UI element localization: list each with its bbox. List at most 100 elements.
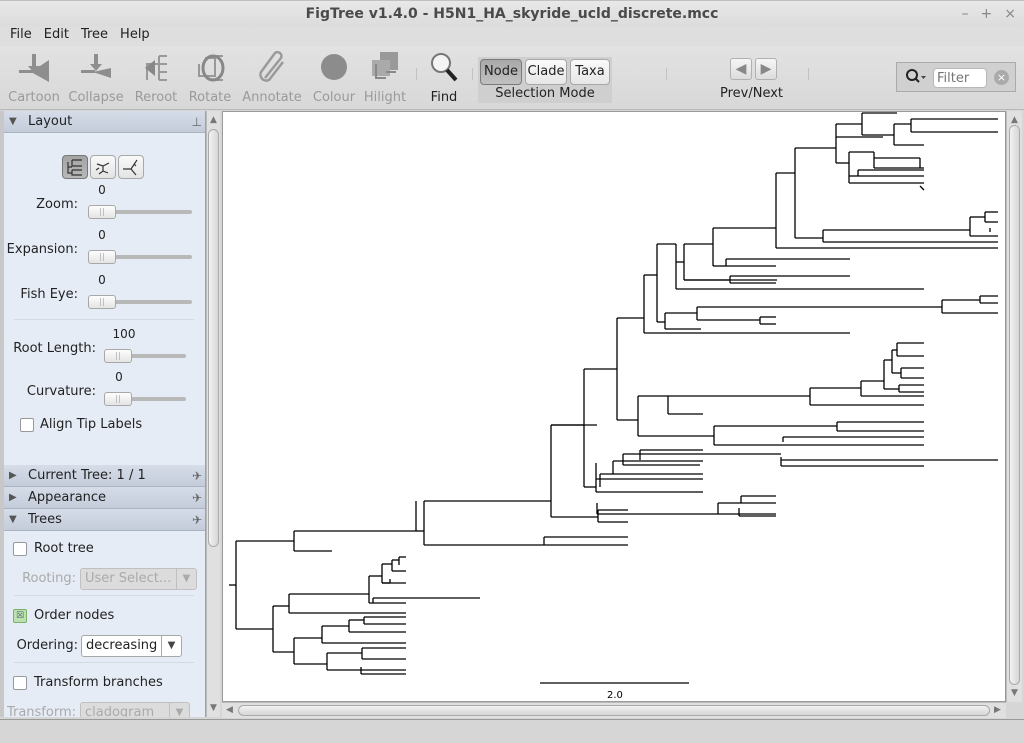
- chevron-down-icon: ▼: [176, 569, 196, 589]
- ordering-select[interactable]: decreasing ▼: [81, 635, 182, 657]
- rectangular-layout-button[interactable]: [62, 155, 88, 179]
- pin-icon[interactable]: ✈: [192, 465, 202, 487]
- rotate-button[interactable]: Rotate: [180, 50, 240, 105]
- reroot-button[interactable]: Reroot: [126, 50, 186, 105]
- expansion-value: 0: [98, 228, 106, 242]
- annotate-button[interactable]: Annotate: [242, 50, 302, 105]
- ordering-label: Ordering:: [16, 638, 78, 653]
- expansion-label: Expansion:: [6, 242, 78, 257]
- prev-button[interactable]: ◀: [730, 58, 752, 80]
- rectangular-tree-icon: [67, 159, 82, 176]
- scroll-up-icon[interactable]: ▲: [210, 115, 217, 125]
- sidebar-panel: ▼ Layout ⊥ 0 Zoom: || 0 Expansion: || 0 …: [0, 111, 206, 717]
- root-length-label: Root Length:: [13, 341, 96, 356]
- order-nodes-checkbox[interactable]: ☒: [13, 609, 27, 623]
- close-button[interactable]: ×: [1004, 1, 1016, 27]
- filter-input[interactable]: [933, 68, 987, 88]
- slider-knob[interactable]: ||: [88, 250, 116, 264]
- pin-icon[interactable]: ⊥: [192, 111, 202, 133]
- expand-triangle-icon: ▶: [9, 470, 17, 481]
- align-tip-labels-label: Align Tip Labels: [40, 417, 143, 432]
- tree-canvas[interactable]: 2.0: [222, 111, 1006, 702]
- search-icon[interactable]: [905, 68, 927, 90]
- appearance-panel-header[interactable]: ▶ Appearance ✈: [4, 487, 205, 509]
- curvature-slider[interactable]: ||: [104, 392, 186, 406]
- expand-triangle-icon: ▶: [9, 492, 17, 503]
- chevron-down-icon: ▼: [169, 703, 189, 717]
- canvas-vertical-scrollbar[interactable]: ▲ ▼: [1006, 111, 1022, 702]
- scroll-down-icon[interactable]: ▼: [1011, 688, 1018, 698]
- scroll-up-icon[interactable]: ▲: [1011, 115, 1018, 125]
- layout-panel-header[interactable]: ▼ Layout ⊥: [4, 111, 205, 133]
- magnifier-icon: [427, 50, 461, 84]
- window-titlebar: FigTree v1.4.0 - H5N1_HA_skyride_ucld_di…: [0, 0, 1024, 26]
- menu-bar: File Edit Tree Help: [0, 26, 1024, 46]
- clear-filter-icon[interactable]: ×: [994, 70, 1009, 85]
- root-tree-checkbox[interactable]: [13, 542, 27, 556]
- fish-eye-value: 0: [98, 273, 106, 287]
- fish-eye-label: Fish Eye:: [20, 287, 78, 302]
- hilight-icon: [368, 50, 402, 84]
- selection-mode-group: Node Clade Taxa Selection Mode: [478, 57, 612, 103]
- selection-mode-label: Selection Mode: [495, 86, 595, 101]
- selection-clade-button[interactable]: Clade: [525, 59, 567, 85]
- menu-file[interactable]: File: [10, 26, 32, 46]
- selection-node-button[interactable]: Node: [480, 59, 522, 85]
- rooting-select[interactable]: User Select... ▼: [80, 568, 197, 590]
- next-button[interactable]: ▶: [755, 58, 777, 80]
- curvature-value: 0: [115, 370, 123, 384]
- hilight-button[interactable]: Hilight: [355, 50, 415, 105]
- filter-box: ×: [896, 62, 1016, 92]
- scroll-right-icon[interactable]: ▶: [994, 705, 1001, 715]
- curvature-label: Curvature:: [26, 384, 96, 399]
- collapse-button[interactable]: Collapse: [66, 50, 126, 105]
- slider-knob[interactable]: ||: [88, 295, 116, 309]
- collapse-triangle-icon: ▼: [9, 116, 17, 127]
- maximize-button[interactable]: +: [981, 1, 993, 27]
- divider: [14, 319, 194, 320]
- divider: [14, 662, 194, 663]
- slider-knob[interactable]: ||: [104, 392, 132, 406]
- menu-edit[interactable]: Edit: [44, 26, 69, 46]
- slider-knob[interactable]: ||: [88, 205, 116, 219]
- scale-bar-label: 2.0: [607, 690, 623, 701]
- canvas-vertical-thumb[interactable]: [1009, 125, 1020, 685]
- window-title: FigTree v1.4.0 - H5N1_HA_skyride_ucld_di…: [305, 6, 719, 22]
- canvas-horizontal-scrollbar[interactable]: ◀ ▶: [222, 702, 1006, 718]
- menu-help[interactable]: Help: [120, 26, 150, 46]
- pin-icon[interactable]: ✈: [192, 487, 202, 509]
- arrow-left-icon: ◀: [735, 61, 747, 77]
- fish-eye-slider[interactable]: ||: [88, 295, 192, 309]
- root-length-slider[interactable]: ||: [104, 349, 186, 363]
- scroll-left-icon[interactable]: ◀: [226, 705, 233, 715]
- tree-branch[interactable]: [919, 185, 925, 191]
- menu-tree[interactable]: Tree: [81, 26, 108, 46]
- cartoon-button[interactable]: Cartoon: [4, 50, 64, 105]
- current-tree-panel-header[interactable]: ▶ Current Tree: 1 / 1 ✈: [4, 465, 205, 487]
- find-button[interactable]: Find: [414, 50, 474, 105]
- toolbar-separator: [666, 68, 667, 80]
- transform-select[interactable]: cladogram ▼: [80, 702, 190, 717]
- minimize-button[interactable]: –: [962, 1, 969, 27]
- align-tip-labels-checkbox[interactable]: [20, 418, 34, 432]
- pin-icon[interactable]: ✈: [192, 509, 202, 531]
- trees-panel-header[interactable]: ▼ Trees ✈: [4, 509, 205, 531]
- cartoon-icon: [17, 50, 51, 84]
- sidebar-scrollbar[interactable]: ▲ ▼: [206, 111, 220, 717]
- canvas-horizontal-thumb[interactable]: [238, 705, 990, 716]
- scroll-down-icon[interactable]: ▼: [210, 703, 217, 713]
- phylogenetic-tree[interactable]: 2.0: [223, 112, 1007, 703]
- prev-next-group: ◀ ▶ Prev/Next: [720, 58, 784, 102]
- toolbar: Cartoon Collapse Reroot Rotate Annotate …: [0, 46, 1024, 110]
- toolbar-separator: [472, 68, 473, 80]
- expansion-slider[interactable]: ||: [88, 250, 192, 264]
- toolbar-separator: [808, 68, 809, 80]
- selection-taxa-button[interactable]: Taxa: [570, 59, 610, 85]
- slider-knob[interactable]: ||: [104, 349, 132, 363]
- transform-branches-checkbox[interactable]: [13, 676, 27, 690]
- sidebar-scroll-thumb[interactable]: [208, 129, 219, 547]
- zoom-slider[interactable]: ||: [88, 205, 192, 219]
- prev-next-label: Prev/Next: [720, 86, 784, 101]
- radial-layout-button[interactable]: [118, 155, 144, 179]
- polar-layout-button[interactable]: [90, 155, 116, 179]
